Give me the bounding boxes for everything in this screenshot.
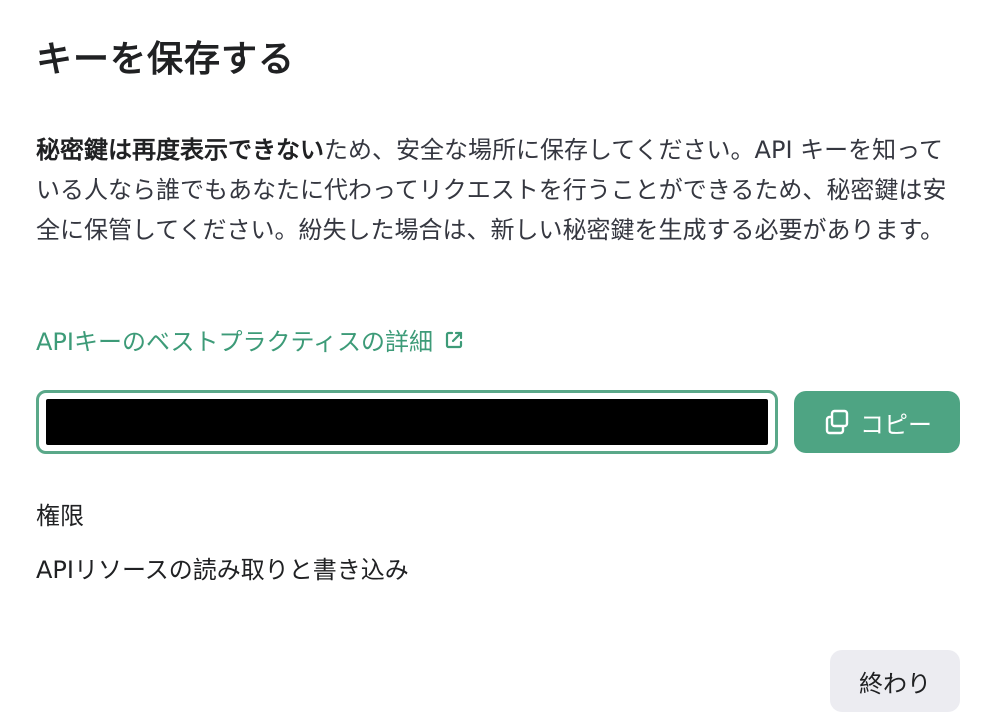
done-button[interactable]: 終わり xyxy=(830,650,960,712)
permissions-value: APIリソースの読み取りと書き込み xyxy=(36,556,409,584)
copy-button-label: コピー xyxy=(860,410,932,439)
permissions-label: 権限 xyxy=(36,502,84,530)
dialog-description: 秘密鍵は再度表示できないため、安全な場所に保存してください。API キーを知って… xyxy=(36,130,964,250)
best-practices-link-label: APIキーのベストプラクティスの詳細 xyxy=(36,328,434,356)
save-key-dialog: キーを保存する 秘密鍵は再度表示できないため、安全な場所に保存してください。AP… xyxy=(0,0,1000,728)
secret-key-row: コピー xyxy=(36,390,960,454)
copy-icon xyxy=(822,407,852,437)
external-link-icon xyxy=(443,329,465,351)
best-practices-link[interactable]: APIキーのベストプラクティスの詳細 xyxy=(36,322,465,357)
dialog-title: キーを保存する xyxy=(36,39,296,80)
secret-key-value-redacted[interactable] xyxy=(46,399,768,445)
copy-button[interactable]: コピー xyxy=(794,391,960,453)
secret-key-field[interactable] xyxy=(36,390,778,454)
description-bold: 秘密鍵は再度表示できない xyxy=(36,136,324,164)
